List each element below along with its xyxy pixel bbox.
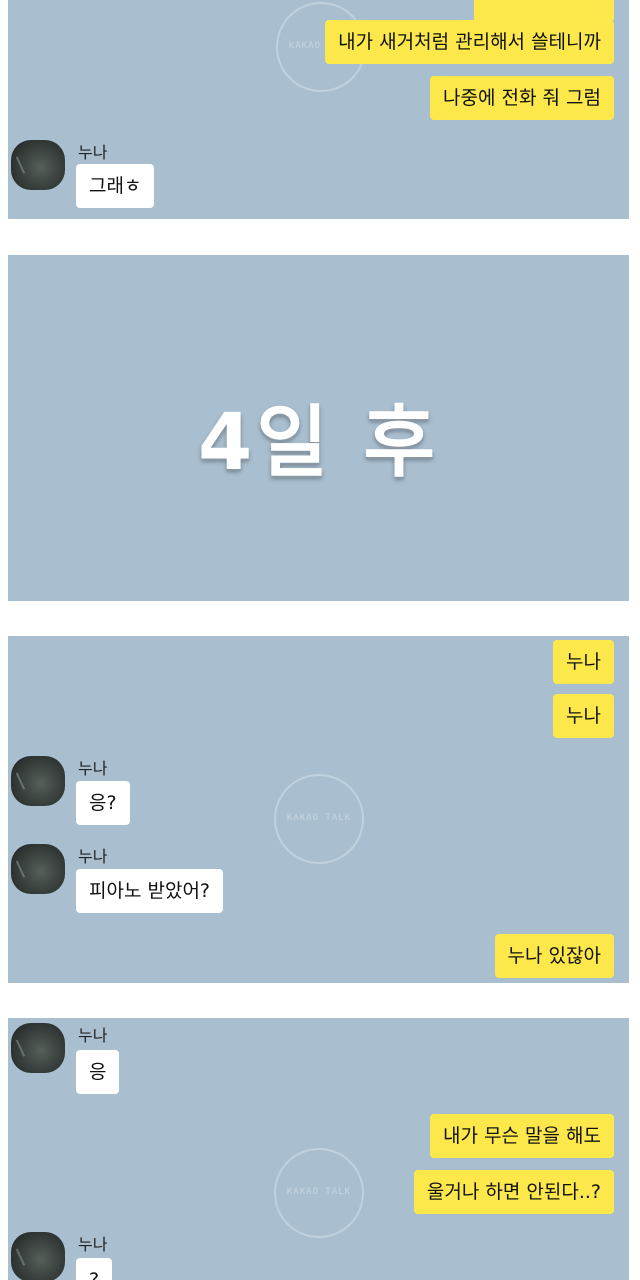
message-bubble-mine: 누나 있잖아	[494, 934, 614, 978]
avatar[interactable]	[11, 1232, 65, 1280]
watermark: KAKAO TALK	[274, 1148, 364, 1238]
chat-panel-3: KAKAO TALK 누나 누나 누나 응? 누나 피아노 받았어? 누나 있잖…	[8, 636, 629, 983]
caption-panel: 4일 후	[8, 255, 629, 601]
sender-name: 누나	[78, 143, 108, 162]
sender-name: 누나	[78, 847, 108, 866]
chat-panel-4: KAKAO TALK 누나 응 내가 무슨 말을 해도 울거나 하면 안된다..…	[8, 1018, 629, 1280]
message-bubble-theirs: ?	[76, 1258, 113, 1280]
avatar[interactable]	[11, 756, 65, 806]
avatar[interactable]	[11, 1023, 65, 1073]
sender-name: 누나	[78, 1235, 108, 1254]
chat-panel-1: KAKAO TALK 내가 새거처럼 관리해서 쓸테니까 나중에 전화 줘 그럼…	[8, 0, 629, 219]
message-bubble-theirs: 피아노 받았어?	[76, 869, 224, 913]
message-bubble-mine: 누나	[553, 694, 614, 738]
message-bubble-mine-partial	[474, 0, 614, 22]
sender-name: 누나	[78, 1026, 108, 1045]
message-bubble-mine: 나중에 전화 줘 그럼	[430, 76, 614, 120]
time-skip-caption: 4일 후	[198, 398, 439, 488]
sender-name: 누나	[78, 759, 108, 778]
watermark: KAKAO TALK	[274, 774, 364, 864]
message-bubble-mine: 누나	[553, 640, 614, 684]
avatar[interactable]	[11, 844, 65, 894]
message-bubble-theirs: 그래ㅎ	[76, 164, 155, 208]
message-bubble-mine: 울거나 하면 안된다..?	[413, 1170, 614, 1214]
message-bubble-theirs: 응?	[76, 781, 130, 825]
avatar[interactable]	[11, 140, 65, 190]
message-bubble-mine: 내가 무슨 말을 해도	[430, 1114, 614, 1158]
message-bubble-theirs: 응	[76, 1050, 120, 1094]
message-bubble-mine: 내가 새거처럼 관리해서 쓸테니까	[325, 20, 614, 64]
